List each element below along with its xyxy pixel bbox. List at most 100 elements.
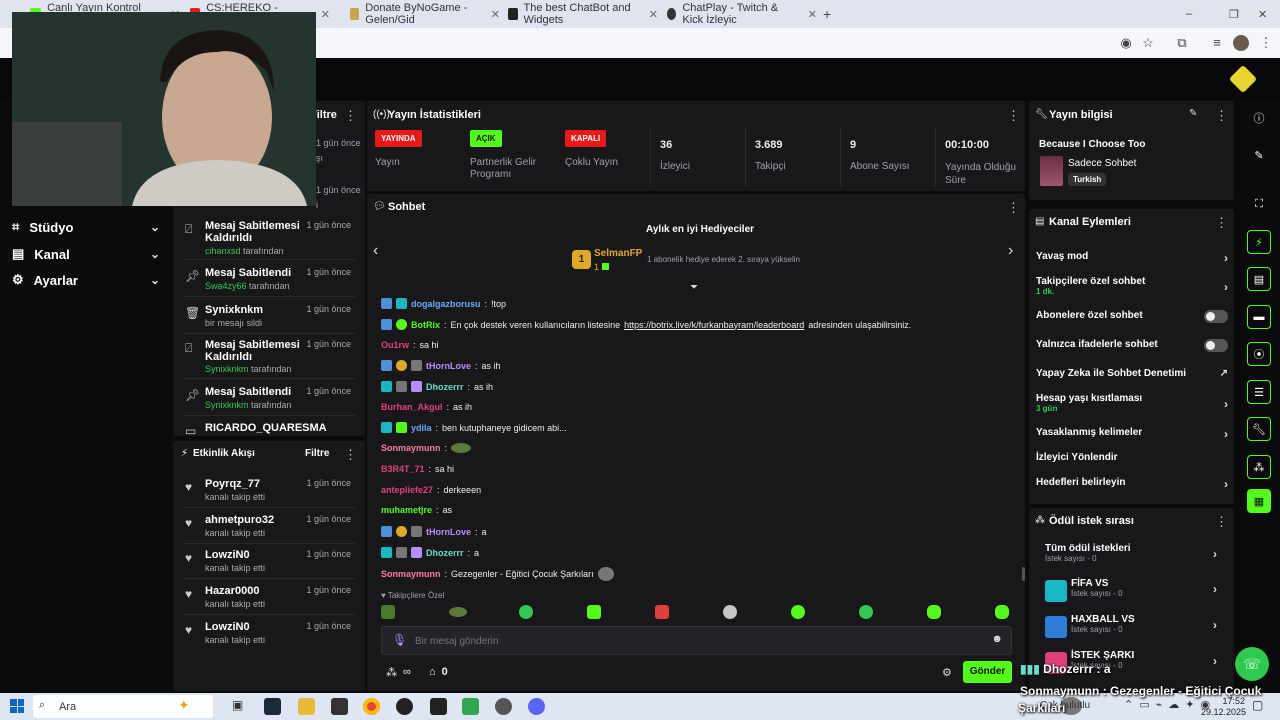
store-icon[interactable] <box>331 698 348 715</box>
taskbar-search-box[interactable]: ⌕ Ara ✦ <box>33 695 213 718</box>
pin-icon: 📌︎ <box>185 269 201 283</box>
sidebar-item-settings[interactable]: ⚙ Ayarlar ⌄ <box>12 272 160 288</box>
obs-icon[interactable] <box>396 698 413 715</box>
maximize-button[interactable]: ❐ <box>1229 4 1239 24</box>
close-window-button[interactable]: ✕ <box>1258 4 1267 24</box>
activity-feed-menu-icon[interactable]: ⋮ <box>344 447 357 463</box>
points-display[interactable]: ⁂ ∞ <box>386 666 411 679</box>
emote-icon[interactable] <box>381 605 395 619</box>
chevron-right-icon: › <box>1224 251 1228 265</box>
close-tab-icon[interactable]: ✕ <box>491 8 500 21</box>
chat-settings-icon[interactable]: ⚙ <box>942 666 952 679</box>
steam-icon[interactable] <box>264 698 281 715</box>
reward-queue-menu-icon[interactable]: ⋮ <box>1215 514 1228 530</box>
edit-icon[interactable]: ✎ <box>1247 143 1271 167</box>
reward-item[interactable]: HAXBALL VS İstek sayısı - 0 › <box>1045 614 1217 638</box>
activity-filter-button[interactable]: Filtre <box>305 448 329 459</box>
points-rail-icon[interactable]: ⁂ <box>1247 455 1271 479</box>
send-button[interactable]: Gönder <box>963 661 1012 683</box>
wrench-rail-icon[interactable]: 🔧︎ <box>1247 417 1271 441</box>
epic-games-icon[interactable] <box>430 698 447 715</box>
chevron-left-icon[interactable]: ‹ <box>373 242 378 260</box>
support-chat-icon[interactable]: ☏ <box>1235 647 1269 681</box>
emote-icon[interactable] <box>859 605 873 619</box>
browser-menu-icon[interactable]: ⋮ <box>1258 35 1274 51</box>
chrome-icon[interactable] <box>363 698 380 715</box>
emote-icon[interactable] <box>927 605 941 619</box>
close-tab-icon[interactable]: ✕ <box>649 8 658 21</box>
leaderboard-link[interactable]: https://botrix.live/k/furkanbayram/leade… <box>624 320 804 330</box>
clapperboard-icon[interactable]: ▦ <box>1247 489 1271 513</box>
mod-activity-menu-icon[interactable]: ⋮ <box>344 108 357 124</box>
notification-icon[interactable]: ▢ <box>1252 698 1263 712</box>
emote-icon[interactable] <box>519 605 533 619</box>
account-age-item[interactable]: Hesap yaşı kısıtlaması 3 gün › <box>1036 393 1228 413</box>
tab-bynogame[interactable]: Donate ByNoGame - Gelen/Gid ✕ <box>350 2 500 26</box>
figure-badge-icon <box>396 381 407 392</box>
media-icon[interactable]: ≡ <box>1209 35 1225 51</box>
quick-action-lightning-icon[interactable]: ⚡︎ <box>1247 230 1271 254</box>
subscriber-badge-icon <box>381 547 392 558</box>
emote-icon[interactable] <box>995 605 1009 619</box>
emote-icon <box>451 443 472 453</box>
close-tab-icon[interactable]: ✕ <box>808 8 817 21</box>
chatplay-icon <box>667 8 677 20</box>
app-icon[interactable] <box>462 698 479 715</box>
reward-item[interactable]: FİFA VS İstek sayısı - 0 › <box>1045 578 1217 602</box>
clock-date[interactable]: 29.12.2025 <box>1200 707 1246 717</box>
sidebar-item-channel[interactable]: ▤ Kanal ⌄ <box>12 246 160 262</box>
moderator-badge-icon <box>381 360 392 371</box>
channel-actions-menu-icon[interactable]: ⋮ <box>1215 215 1228 231</box>
emote-icon[interactable] <box>791 605 805 619</box>
gift-counter[interactable]: ⌂ 0 <box>429 666 448 678</box>
broadcast-rail-icon[interactable]: ⦿ <box>1247 342 1271 366</box>
followers-only-item[interactable]: Takipçilere özel sohbet 1 dk. › <box>1036 276 1228 296</box>
bookmark-star-icon[interactable]: ☆ <box>1140 35 1156 51</box>
stream-info-menu-icon[interactable]: ⋮ <box>1215 108 1228 124</box>
chat-icon[interactable]: ▬ <box>1247 305 1271 329</box>
close-tab-icon[interactable]: ✕ <box>321 8 330 21</box>
fullscreen-icon[interactable]: ⛶ <box>1247 192 1271 216</box>
file-explorer-icon[interactable] <box>298 698 315 715</box>
list-rail-icon[interactable]: ☰ <box>1247 380 1271 404</box>
host-item[interactable]: İzleyici Yönlendir <box>1036 452 1228 463</box>
chat-menu-icon[interactable]: ⋮ <box>1007 200 1020 216</box>
points-icon: ⁂ <box>386 667 397 679</box>
discord-icon[interactable] <box>528 698 545 715</box>
gifter-badge-icon <box>396 526 407 537</box>
banned-words-item[interactable]: Yasaklanmış kelimeler › <box>1036 427 1228 441</box>
windows-start-icon[interactable] <box>10 699 24 713</box>
microphone-icon[interactable]: 🎙︎ <box>392 633 407 647</box>
ai-moderation-item[interactable]: Yapay Zeka ile Sohbet Denetimi ↗ <box>1036 368 1228 379</box>
subscribers-only-toggle[interactable] <box>1204 310 1228 323</box>
emoji-icon[interactable]: ☻ <box>991 633 1003 645</box>
tab-chatbot[interactable]: The best ChatBot and Widgets ✕ <box>508 2 658 26</box>
task-view-icon[interactable]: ▣ <box>232 698 249 715</box>
tab-chatplay[interactable]: ChatPlay - Twitch & Kick İzleyic ✕ <box>667 2 817 26</box>
emotes-only-toggle[interactable] <box>1204 339 1228 352</box>
chat-scrollbar[interactable] <box>1022 567 1025 581</box>
chevron-right-icon[interactable]: › <box>1008 242 1013 260</box>
minimize-button[interactable]: – <box>1186 4 1192 24</box>
stats-menu-icon[interactable]: ⋮ <box>1007 108 1020 124</box>
info-icon[interactable]: ⓘ <box>1247 106 1271 130</box>
app-icon[interactable] <box>495 698 512 715</box>
chat-input-box: 🎙︎ ☻ <box>381 626 1012 655</box>
emote-icon[interactable] <box>723 605 737 619</box>
new-tab-button[interactable]: + <box>823 4 831 24</box>
expand-icon[interactable]: ⏷ <box>690 282 698 293</box>
emote-icon[interactable] <box>587 605 601 619</box>
slow-mode-item[interactable]: Yavaş mod › <box>1036 251 1228 265</box>
chat-message-input[interactable] <box>415 633 975 649</box>
emote-icon[interactable] <box>655 605 669 619</box>
goals-item[interactable]: Hedefleri belirleyin › <box>1036 477 1228 491</box>
profile-avatar[interactable] <box>1233 35 1249 51</box>
extensions-icon[interactable]: ⧉ <box>1174 35 1190 51</box>
sidebar-item-studio[interactable]: ⌗ Stüdyo ⌄ <box>12 219 160 235</box>
emote-icon[interactable] <box>449 607 467 617</box>
all-rewards-item[interactable]: Tüm ödül istekleri İstek sayısı - 0 › <box>1045 543 1217 563</box>
document-icon[interactable]: ▤ <box>1247 267 1271 291</box>
edit-pencil-icon[interactable]: ✎ <box>1189 108 1197 119</box>
eye-icon[interactable]: ◉ <box>1118 35 1134 51</box>
kick-logo-icon[interactable] <box>1228 64 1258 94</box>
